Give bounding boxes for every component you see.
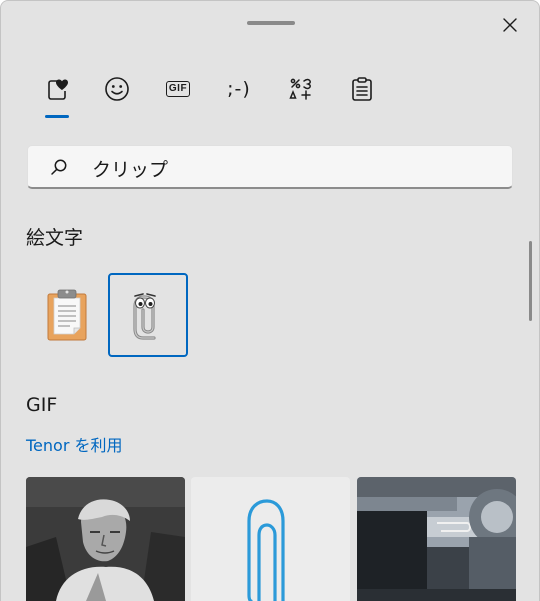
clipboard-history-icon	[352, 77, 372, 101]
emoji-heart-icon	[48, 79, 68, 100]
clippy-emoji-icon	[133, 293, 156, 340]
emoji-panel: GIF ;-) クリップ 絵文字 GIF Tenor を利用	[0, 0, 540, 601]
tab-smiley[interactable]	[97, 67, 137, 111]
tab-kaomoji[interactable]: ;-)	[219, 67, 259, 111]
kaomoji-icon: ;-)	[227, 78, 251, 100]
gif-tile-paperclip[interactable]	[191, 477, 350, 601]
gif-paperclip-image	[191, 477, 350, 601]
gif-tile-man[interactable]	[26, 477, 185, 601]
tenor-link[interactable]: Tenor を利用	[26, 432, 123, 456]
gif-tile-machine[interactable]	[357, 477, 516, 601]
gif-section-title: GIF	[26, 394, 58, 416]
tab-symbols[interactable]	[281, 67, 321, 111]
symbols-icon	[289, 78, 311, 100]
emoji-section-title: 絵文字	[26, 227, 84, 249]
gif-icon: GIF	[165, 81, 191, 97]
emoji-clipboard[interactable]	[27, 273, 107, 357]
active-tab-indicator	[45, 115, 69, 118]
emoji-clippy[interactable]	[108, 273, 188, 357]
search-icon	[51, 159, 67, 175]
clipboard-emoji-icon	[47, 289, 87, 341]
scrollbar-thumb[interactable]	[529, 241, 532, 321]
tab-clipboard-history[interactable]	[342, 67, 382, 111]
search-input[interactable]	[90, 150, 494, 186]
gif-man-image	[26, 477, 185, 601]
smiley-icon	[105, 77, 129, 101]
tab-gif[interactable]: GIF	[158, 67, 198, 111]
close-icon	[503, 18, 517, 32]
search-box	[27, 145, 513, 189]
close-button[interactable]	[497, 12, 523, 38]
tab-emoji[interactable]	[37, 67, 77, 111]
gif-machine-image	[357, 477, 516, 601]
drag-handle[interactable]	[247, 21, 295, 25]
